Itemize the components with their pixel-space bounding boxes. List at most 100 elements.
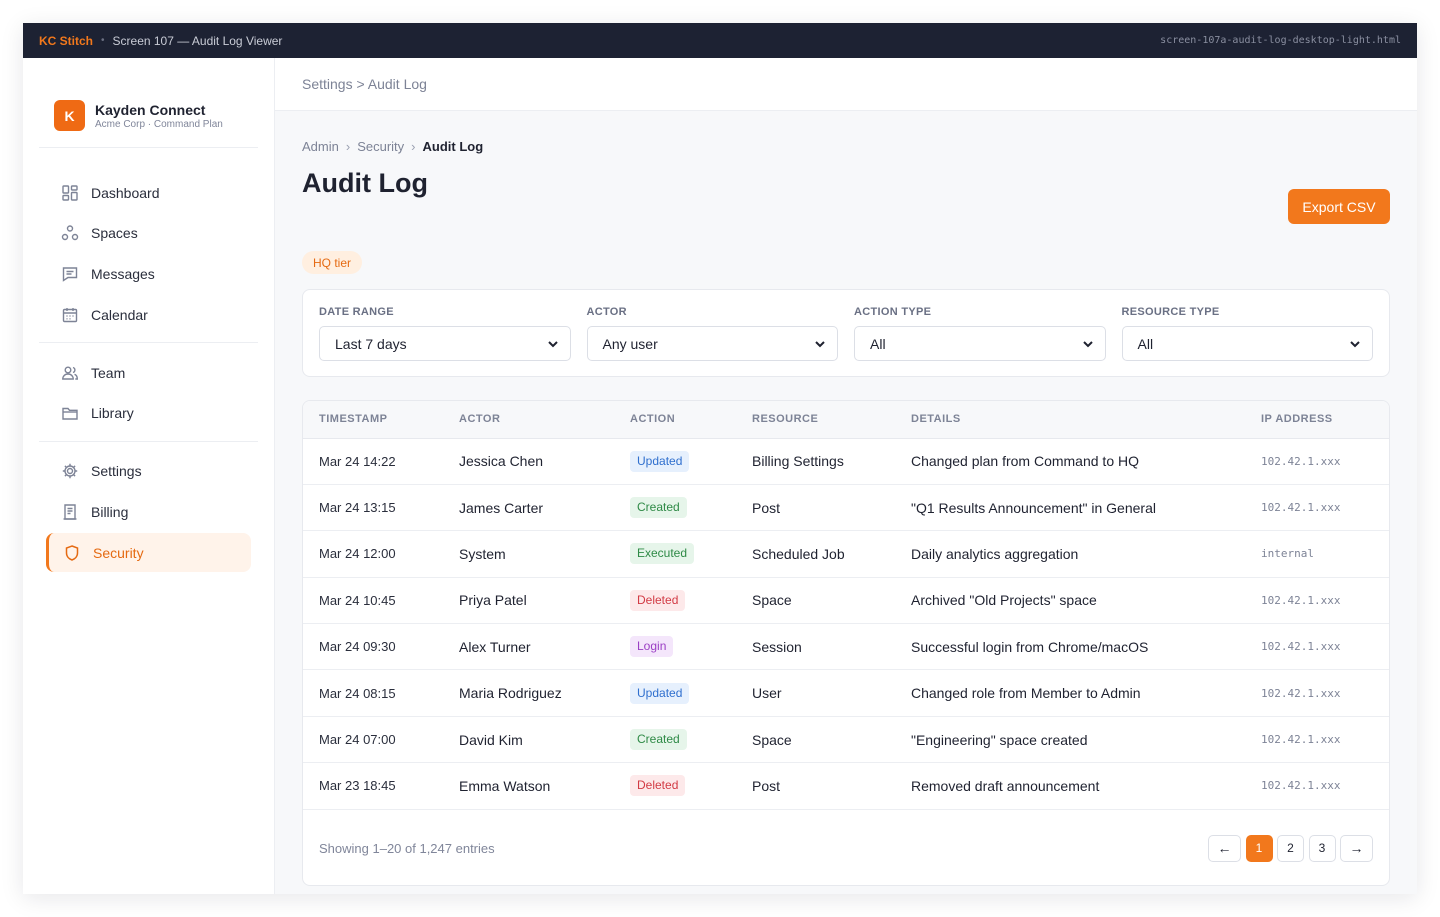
select-value: All <box>870 335 886 352</box>
sidebar-item-team[interactable]: Team <box>39 353 258 392</box>
cell-ip: 102.42.1.xxx <box>1261 501 1341 515</box>
sidebar-item-settings[interactable]: Settings <box>39 452 258 491</box>
breadcrumb-admin[interactable]: Admin <box>302 139 339 154</box>
cell-ip: 102.42.1.xxx <box>1261 686 1341 700</box>
org-switcher[interactable]: K Kayden Connect Acme Corp · Command Pla… <box>39 88 258 148</box>
next-page-button[interactable]: → <box>1340 834 1373 862</box>
chevron-down-icon <box>815 341 825 348</box>
column-header-details[interactable]: DETAILS <box>911 401 1261 439</box>
column-header-timestamp[interactable]: TIMESTAMP <box>303 401 459 439</box>
cell-ip: 102.42.1.xxx <box>1261 640 1341 654</box>
cell-action: Login <box>630 624 752 670</box>
sidebar-item-label: Settings <box>91 463 142 480</box>
action-badge: Login <box>630 636 674 658</box>
page-button-3[interactable]: 3 <box>1308 834 1336 862</box>
date-range-select[interactable]: Last 7 days <box>319 326 571 361</box>
org-name: Kayden Connect <box>95 102 206 118</box>
select-value: Last 7 days <box>335 335 407 352</box>
team-icon <box>61 364 79 382</box>
table-row[interactable]: Mar 24 08:15 Maria Rodriguez Updated Use… <box>303 670 1389 717</box>
action-badge: Created <box>630 497 687 519</box>
cell-ip: internal <box>1261 547 1314 561</box>
filter-date-range: DATE RANGE Last 7 days <box>319 306 571 376</box>
receipt-icon <box>61 503 79 521</box>
action-type-select[interactable]: All <box>854 326 1106 361</box>
column-header-action[interactable]: ACTION <box>630 401 752 439</box>
sidebar-item-messages[interactable]: Messages <box>39 254 258 293</box>
table-row[interactable]: Mar 24 10:45 Priya Patel Deleted Space A… <box>303 577 1389 624</box>
filter-label: DATE RANGE <box>319 306 394 318</box>
tier-badge: HQ tier <box>302 251 363 274</box>
filter-label: ACTION TYPE <box>854 306 932 318</box>
nav-divider <box>39 342 258 344</box>
calendar-icon <box>61 306 79 324</box>
sidebar-item-label: Library <box>91 405 134 422</box>
app-window: KC Stitch • Screen 107 — Audit Log Viewe… <box>23 23 1417 894</box>
resource-type-select[interactable]: All <box>1121 326 1373 361</box>
filter-label: ACTOR <box>586 306 627 318</box>
cell-ip: 102.42.1.xxx <box>1261 454 1341 468</box>
cell-timestamp: Mar 23 18:45 <box>319 778 396 794</box>
sidebar: K Kayden Connect Acme Corp · Command Pla… <box>23 58 275 894</box>
sidebar-item-library[interactable]: Library <box>39 394 258 433</box>
page-header: Settings > Audit Log <box>275 58 1417 111</box>
breadcrumb-security[interactable]: Security <box>357 139 404 154</box>
table-row[interactable]: Mar 24 13:15 James Carter Created Post "… <box>303 484 1389 531</box>
sidebar-item-security[interactable]: Security <box>46 533 251 573</box>
cell-timestamp: Mar 24 09:30 <box>319 639 396 655</box>
sidebar-item-billing[interactable]: Billing <box>39 492 258 531</box>
cell-timestamp: Mar 24 07:00 <box>319 732 396 748</box>
table-row[interactable]: Mar 24 07:00 David Kim Created Space "En… <box>303 716 1389 763</box>
table-row[interactable]: Mar 24 12:00 System Executed Scheduled J… <box>303 531 1389 578</box>
dashboard-icon <box>61 184 79 202</box>
messages-icon <box>61 265 79 283</box>
cell-action: Created <box>630 484 752 530</box>
filter-resource-type: RESOURCE TYPE All <box>1121 306 1373 376</box>
audit-log-table: TIMESTAMP ACTOR ACTION RESOURCE DETAILS … <box>303 401 1389 810</box>
table-footer: Showing 1–20 of 1,247 entries ← 1 2 3 → <box>303 811 1389 885</box>
column-header-resource[interactable]: RESOURCE <box>752 401 911 439</box>
action-badge: Executed <box>630 543 695 565</box>
cell-timestamp: Mar 24 13:15 <box>319 500 396 516</box>
cell-actor: System <box>459 545 506 562</box>
nav-divider <box>39 440 258 442</box>
cell-resource: Space <box>752 731 792 748</box>
sidebar-item-dashboard[interactable]: Dashboard <box>39 173 258 212</box>
table-row[interactable]: Mar 23 18:45 Emma Watson Deleted Post Re… <box>303 763 1389 810</box>
sidebar-item-spaces[interactable]: Spaces <box>39 214 258 253</box>
actor-select[interactable]: Any user <box>586 326 838 361</box>
cell-action: Updated <box>630 670 752 716</box>
action-badge: Deleted <box>630 775 686 797</box>
action-badge: Updated <box>630 450 690 472</box>
cell-details: Archived "Old Projects" space <box>911 592 1097 609</box>
cell-resource: Post <box>752 499 781 516</box>
cell-timestamp: Mar 24 08:15 <box>319 685 396 701</box>
cell-resource: Billing Settings <box>752 453 844 470</box>
export-csv-button[interactable]: Export CSV <box>1288 189 1390 224</box>
chevron-down-icon <box>1082 341 1093 348</box>
action-badge: Created <box>630 729 687 751</box>
sidebar-item-calendar[interactable]: Calendar <box>39 295 258 334</box>
cell-action: Deleted <box>630 763 752 809</box>
header-path: Settings > Audit Log <box>302 76 427 92</box>
sidebar-item-label: Dashboard <box>91 184 160 201</box>
table-row[interactable]: Mar 24 14:22 Jessica Chen Updated Billin… <box>303 438 1389 485</box>
column-header-ip[interactable]: IP ADDRESS <box>1261 401 1389 439</box>
cell-timestamp: Mar 24 14:22 <box>319 453 396 469</box>
pagination-summary: Showing 1–20 of 1,247 entries <box>319 840 495 856</box>
cell-actor: Priya Patel <box>459 592 527 609</box>
cell-actor: Emma Watson <box>459 777 551 794</box>
cell-ip: 102.42.1.xxx <box>1261 593 1341 607</box>
table-row[interactable]: Mar 24 09:30 Alex Turner Login Session S… <box>303 624 1389 670</box>
prev-page-button[interactable]: ← <box>1208 834 1241 862</box>
spaces-icon <box>61 224 79 242</box>
sidebar-nav: Dashboard Spaces Messages Calendar Team … <box>39 173 258 574</box>
column-header-actor[interactable]: ACTOR <box>459 401 630 439</box>
page-button-1[interactable]: 1 <box>1245 834 1273 862</box>
chevron-right-icon: › <box>411 139 416 154</box>
filter-actor: ACTOR Any user <box>586 306 838 376</box>
shield-icon <box>63 544 81 562</box>
top-bar: KC Stitch • Screen 107 — Audit Log Viewe… <box>23 23 1417 58</box>
cell-actor: David Kim <box>459 731 523 748</box>
page-button-2[interactable]: 2 <box>1277 834 1304 862</box>
